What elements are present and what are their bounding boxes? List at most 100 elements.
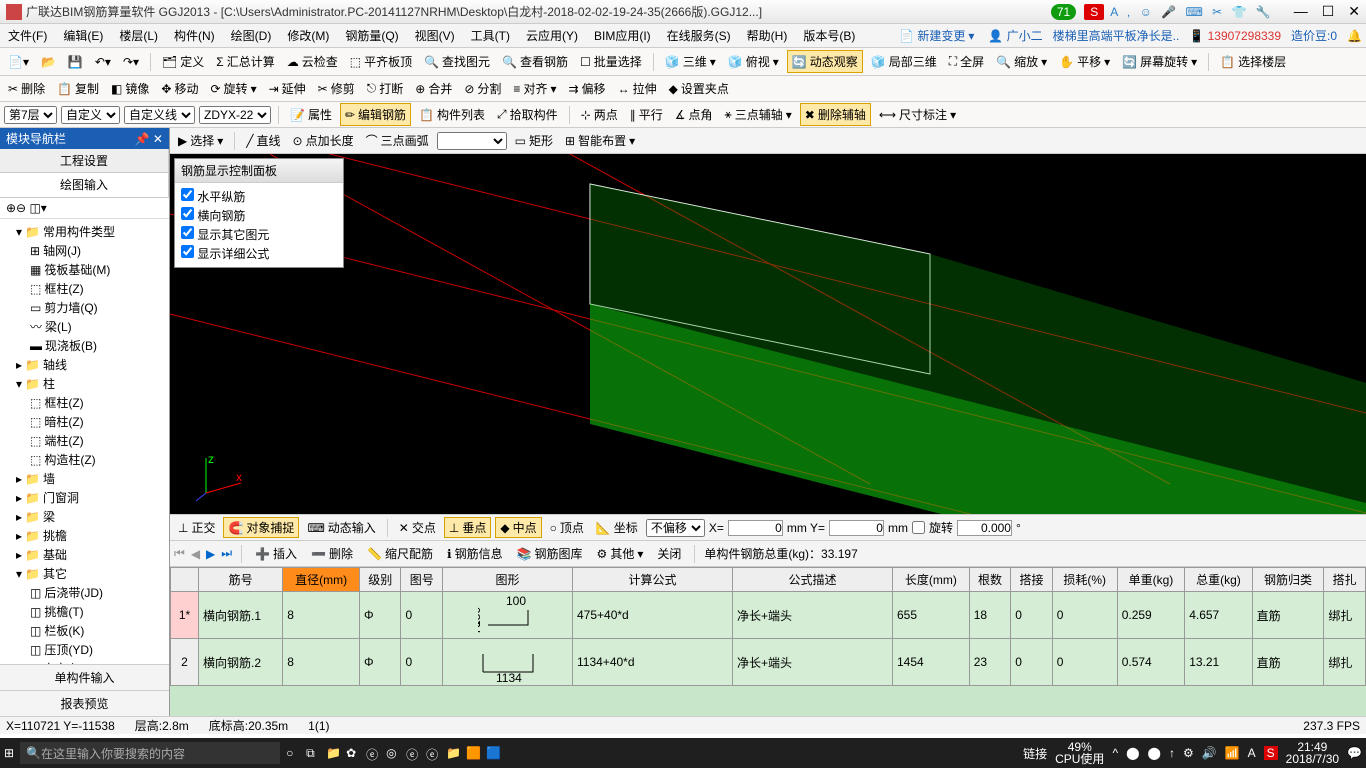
windows-taskbar[interactable]: ⊞ 🔍 在这里输入你要搜索的内容 ○ ⧉ 📁 ✿ ⓔ ◎ ⓔ ⓔ 📁 🟧 🟦 链… xyxy=(0,738,1366,768)
new-icon[interactable]: 📄▾ xyxy=(4,53,33,71)
scale-rebar-button[interactable]: 📏 缩尺配筋 xyxy=(363,543,437,564)
rebar-grid[interactable]: 筋号直径(mm) 级别图号图形 计算公式公式描述 长度(mm)根数搭接 损耗(%… xyxy=(170,566,1366,716)
cloud-check-button[interactable]: ☁ 云检查 xyxy=(283,51,342,72)
menu-tool[interactable]: 工具(T) xyxy=(467,25,514,46)
rebar-display-panel[interactable]: 钢筋显示控制面板 水平纵筋 横向钢筋 显示其它图元 显示详细公式 xyxy=(174,158,344,268)
menu-modify[interactable]: 修改(M) xyxy=(283,25,333,46)
merge-button[interactable]: ⊕ 合并 xyxy=(411,78,456,99)
link-label[interactable]: 链接 xyxy=(1023,745,1047,762)
custom-select[interactable]: 自定义 xyxy=(61,106,120,124)
tab-draw[interactable]: 绘图输入 xyxy=(0,173,169,197)
ime-indicator[interactable]: S xyxy=(1084,4,1104,20)
taskview-icon[interactable]: ⧉ xyxy=(306,746,320,760)
tab-project[interactable]: 工程设置 xyxy=(0,149,169,172)
fullscreen-button[interactable]: ⛶ 全屏 xyxy=(945,51,988,72)
stretch-button[interactable]: ↔ 拉伸 xyxy=(614,78,661,99)
menu-floor[interactable]: 楼层(L) xyxy=(115,25,162,46)
attr-button[interactable]: 📝 属性 xyxy=(286,104,336,125)
pin-icon[interactable]: 📌 ✕ xyxy=(135,132,163,146)
point-angle-button[interactable]: ∡ 点角 xyxy=(671,104,717,125)
vertex-button[interactable]: ○ 顶点 xyxy=(546,517,588,538)
report-preview-button[interactable]: 报表预览 xyxy=(0,690,169,716)
menu-rebar[interactable]: 钢筋量(Q) xyxy=(341,25,402,46)
select-floor-button[interactable]: 📋 选择楼层 xyxy=(1216,51,1290,72)
zoom-button[interactable]: 🔍 缩放▾ xyxy=(992,51,1051,72)
chk-detail[interactable] xyxy=(181,245,194,258)
rotate-button[interactable]: ⟳ 旋转▾ xyxy=(206,78,260,99)
cross-button[interactable]: ✕ 交点 xyxy=(395,517,440,538)
dyn-input-button[interactable]: ⌨ 动态输入 xyxy=(303,517,379,538)
tray-i1[interactable]: ⬤ xyxy=(1126,746,1139,760)
save-icon[interactable]: 💾 xyxy=(64,53,87,71)
menu-draw[interactable]: 绘图(D) xyxy=(227,25,276,46)
align-button[interactable]: ≡ 对齐▾ xyxy=(509,78,560,99)
3d-button[interactable]: 🧊 三维▾ xyxy=(661,51,720,72)
nav-last-icon[interactable]: ⏭ xyxy=(221,546,232,561)
flat-button[interactable]: ⬚ 平齐板顶 xyxy=(346,51,416,72)
nav-first-icon[interactable]: ⏮ xyxy=(174,546,185,561)
ortho-button[interactable]: ⊥ 正交 xyxy=(174,517,219,538)
undo-icon[interactable]: ↶▾ xyxy=(91,53,115,71)
top-view-button[interactable]: 🧊 俯视▾ xyxy=(724,51,783,72)
code-select[interactable]: ZDYX-22 xyxy=(199,106,271,124)
floor-select[interactable]: 第7层 xyxy=(4,106,57,124)
tip-text[interactable]: 楼梯里高端平板净长是.. xyxy=(1053,27,1180,44)
delete-aux-button[interactable]: ✖ 删除辅轴 xyxy=(800,103,871,126)
app3-icon[interactable]: ◎ xyxy=(386,746,400,760)
chk-other[interactable] xyxy=(181,226,194,239)
beans-label[interactable]: 造价豆:0 xyxy=(1291,27,1337,44)
component-tree[interactable]: ▾📁常用构件类型 ⊞ 轴网(J) ▦ 筏板基础(M) ⬚ 框柱(Z) ▭ 剪力墙… xyxy=(0,219,169,664)
x-input[interactable] xyxy=(728,520,783,536)
perp-button[interactable]: ⊥ 垂点 xyxy=(444,517,491,538)
rotate-check[interactable] xyxy=(912,521,925,534)
add-length-button[interactable]: ⊙ 点加长度 xyxy=(289,130,358,151)
tray-vol[interactable]: 🔊 xyxy=(1202,746,1217,760)
menu-service[interactable]: 在线服务(S) xyxy=(663,25,735,46)
rotate-input[interactable] xyxy=(957,520,1012,536)
nav-next-icon[interactable]: ▶ xyxy=(206,547,215,561)
minimize-button[interactable]: — xyxy=(1294,3,1308,20)
menu-bim[interactable]: BIM应用(I) xyxy=(590,25,655,46)
rebar-lib-button[interactable]: 📚 钢筋图库 xyxy=(513,543,587,564)
maximize-button[interactable]: ☐ xyxy=(1322,3,1335,20)
bell-icon[interactable]: 🔔 xyxy=(1347,29,1362,43)
line-button[interactable]: ╱ 直线 xyxy=(242,130,284,151)
new-change-button[interactable]: 📄 新建变更 ▾ xyxy=(895,25,978,46)
pan-button[interactable]: ✋ 平移▾ xyxy=(1055,51,1114,72)
y-input[interactable] xyxy=(829,520,884,536)
edit-rebar-button[interactable]: ✏ 编辑钢筋 xyxy=(340,103,411,126)
nav-prev-icon[interactable]: ◀ xyxy=(191,547,200,561)
ie-icon[interactable]: ⓔ xyxy=(406,746,420,760)
obj-snap-button[interactable]: 🧲 对象捕捉 xyxy=(223,517,299,538)
folder-icon[interactable]: 📁 xyxy=(446,746,460,760)
close-button[interactable]: ✕ xyxy=(1348,3,1360,20)
batch-button[interactable]: ☐ 批量选择 xyxy=(576,51,646,72)
other-button[interactable]: ⚙ 其他▾ xyxy=(593,543,648,564)
phone-label[interactable]: 📱 13907298339 xyxy=(1189,29,1281,43)
app4-icon[interactable]: 🟧 xyxy=(466,746,480,760)
view-rebar-button[interactable]: 🔍 查看钢筋 xyxy=(498,51,572,72)
ime-icons[interactable]: A , ☺ 🎤 ⌨ ✂ 👕 🔧 xyxy=(1110,5,1273,19)
smart-layout-button[interactable]: ⊞ 智能布置▾ xyxy=(561,130,639,151)
delete-button[interactable]: ✂ 删除 xyxy=(4,78,49,99)
copy-button[interactable]: 📋 复制 xyxy=(53,78,103,99)
table-row[interactable]: 1* 横向钢筋.18Φ0 100180375 475+40*d净长+端头655 … xyxy=(171,592,1366,639)
calc-button[interactable]: Σ 汇总计算 xyxy=(212,51,278,72)
tray-i3[interactable]: ↑ xyxy=(1169,746,1175,760)
table-row[interactable]: 2 横向钢筋.28Φ0 1134758 1134+40*d净长+端头1454 2… xyxy=(171,639,1366,686)
tray-a[interactable]: A xyxy=(1248,746,1256,760)
rebar-info-button[interactable]: ℹ 钢筋信息 xyxy=(443,543,507,564)
setpoint-button[interactable]: ◆ 设置夹点 xyxy=(665,78,733,99)
3d-viewport[interactable]: 钢筋显示控制面板 水平纵筋 横向钢筋 显示其它图元 显示详细公式 zx xyxy=(170,154,1366,514)
offset-button[interactable]: ⇉ 偏移 xyxy=(564,78,609,99)
three-point-aux-button[interactable]: ⚹ 三点辅轴▾ xyxy=(721,104,796,125)
tray-s[interactable]: S xyxy=(1264,746,1278,760)
rect-button[interactable]: ▭ 矩形 xyxy=(511,130,557,151)
extend-button[interactable]: ⇥ 延伸 xyxy=(265,78,310,99)
cortana-icon[interactable]: ○ xyxy=(286,746,300,760)
chk-horiz[interactable] xyxy=(181,188,194,201)
component-list-button[interactable]: 📋 构件列表 xyxy=(415,104,489,125)
define-button[interactable]: 🗂 定义 xyxy=(158,51,208,72)
app2-icon[interactable]: ✿ xyxy=(346,746,360,760)
edge-icon[interactable]: ⓔ xyxy=(366,746,380,760)
